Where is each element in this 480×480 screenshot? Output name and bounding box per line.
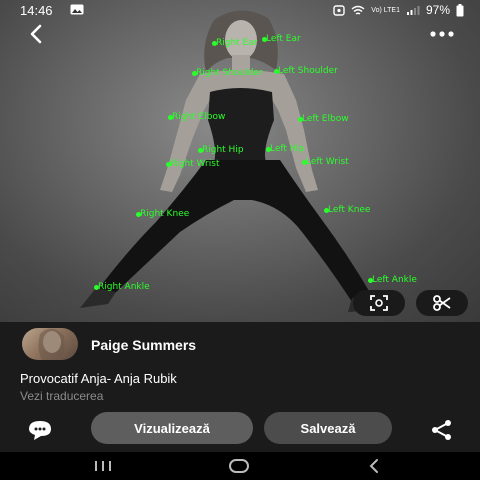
battery-icon — [456, 3, 464, 16]
visual-search-button[interactable] — [353, 290, 405, 316]
home-icon[interactable] — [227, 458, 251, 474]
keypoint-left-hip: Left Hip — [266, 144, 305, 154]
wifi-icon — [351, 5, 365, 15]
visual-search-icon — [370, 295, 388, 311]
keypoint-right-ear: Right Ear — [211, 38, 258, 48]
keypoint-left-elbow: Left Elbow — [298, 114, 349, 124]
keypoint-right-shoulder: Right Shoulder — [192, 68, 263, 78]
save-button[interactable]: Salvează — [264, 412, 392, 444]
keypoint-right-hip: Right Hip — [198, 145, 244, 155]
share-button[interactable] — [428, 418, 456, 442]
back-arrow-icon — [30, 24, 42, 44]
battery-percent: 97% — [425, 3, 450, 17]
more-options-button[interactable] — [426, 22, 458, 46]
status-bar: 14:46 Vo) LTE1 97% — [0, 0, 480, 20]
recents-icon[interactable] — [92, 458, 114, 474]
keypoint-left-knee: Left Knee — [323, 205, 371, 215]
avatar-image — [38, 328, 65, 360]
back-button[interactable] — [22, 20, 50, 48]
share-icon — [432, 420, 451, 440]
network-type: Vo) LTE1 — [371, 6, 400, 14]
comment-icon — [29, 421, 51, 440]
keypoint-right-ankle: Right Ankle — [94, 282, 150, 292]
pin-title: Provocatif Anja- Anja Rubik — [20, 371, 177, 386]
keypoint-right-elbow: Right Elbow — [167, 112, 226, 122]
gallery-notification-icon — [70, 4, 84, 15]
signal-icon — [406, 5, 420, 15]
model-photo — [80, 10, 384, 312]
visit-button[interactable]: Vizualizează — [91, 412, 253, 444]
pin-image[interactable]: Right Ear Left Ear Right Shoulder Left S… — [0, 0, 480, 322]
keypoint-left-shoulder: Left Shoulder — [274, 66, 338, 76]
author-name[interactable]: Paige Summers — [91, 337, 196, 353]
keypoint-left-ankle: Left Ankle — [368, 275, 417, 285]
more-dots-icon — [430, 31, 454, 37]
see-translation-link[interactable]: Vezi traducerea — [20, 389, 103, 403]
scissors-icon — [433, 295, 451, 311]
nav-back-icon[interactable] — [366, 458, 382, 474]
keypoint-right-knee: Right Knee — [135, 209, 190, 219]
keypoint-left-ear: Left Ear — [262, 34, 301, 44]
alarm-icon — [333, 4, 345, 16]
keypoint-left-wrist: Left Wrist — [302, 157, 349, 167]
author-avatar[interactable] — [22, 328, 78, 360]
keypoint-right-wrist: Right Wrist — [165, 159, 220, 169]
cut-out-button[interactable] — [416, 290, 468, 316]
status-icons: Vo) LTE1 97% — [333, 3, 464, 17]
comment-button[interactable] — [26, 419, 54, 441]
status-time: 14:46 — [20, 3, 53, 18]
